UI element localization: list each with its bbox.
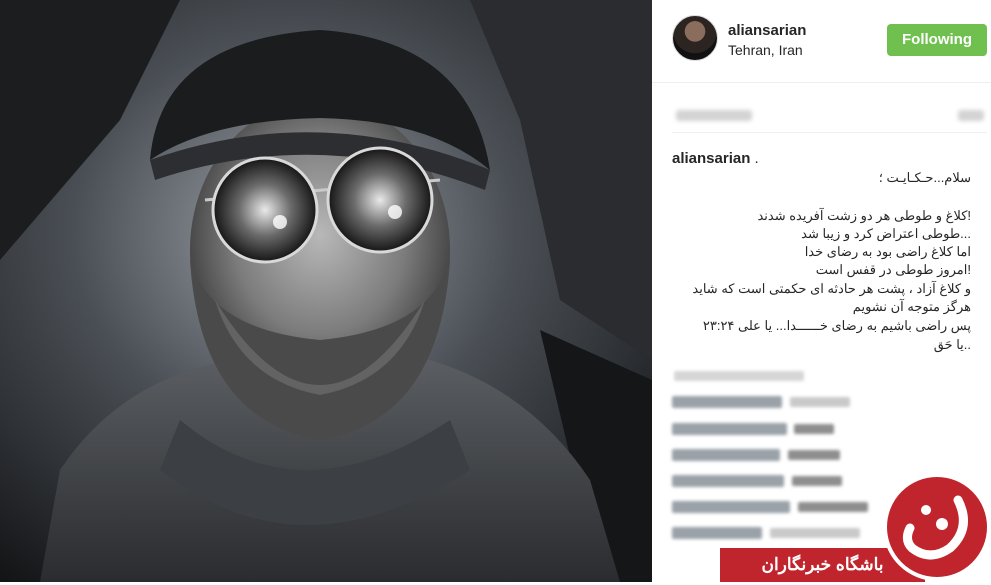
caption-line: هرگز متوجه آن نشویم <box>852 299 971 314</box>
post-time-blurred <box>958 110 984 121</box>
avatar[interactable] <box>672 15 718 61</box>
caption-line: !کلاغ و طوطی هر دو زشت آفریده شدند <box>757 208 971 223</box>
caption-line: اما کلاغ راضی بود به رضای خدا <box>804 244 971 259</box>
location[interactable]: Tehran, Iran <box>728 42 803 58</box>
username[interactable]: aliansarian <box>728 22 806 39</box>
caption-username[interactable]: aliansarian . <box>672 150 759 167</box>
watermark-logo-icon <box>883 473 991 581</box>
post-header: aliansarian Tehran, Iran Following <box>652 0 991 83</box>
caption-line: و کلاغ آزاد ، پشت هر حادثه ای حکمتی است … <box>692 281 971 296</box>
caption-line: سلام...حـکـایـت ؛ <box>878 170 971 185</box>
caption-line: ..یا حَق <box>933 337 971 352</box>
portrait-photo <box>0 0 652 582</box>
likes-row <box>672 98 987 133</box>
likes-count-blurred <box>676 110 752 121</box>
caption-line: پس راضی باشیم به رضای خــــــدا... یا عل… <box>702 318 971 333</box>
caption-line: !امروز طوطی در قفس است <box>815 262 971 277</box>
following-button[interactable]: Following <box>887 24 987 56</box>
post-photo[interactable] <box>0 0 652 582</box>
caption-line: ...طوطی اعتراض کرد و زیبا شد <box>801 226 971 241</box>
